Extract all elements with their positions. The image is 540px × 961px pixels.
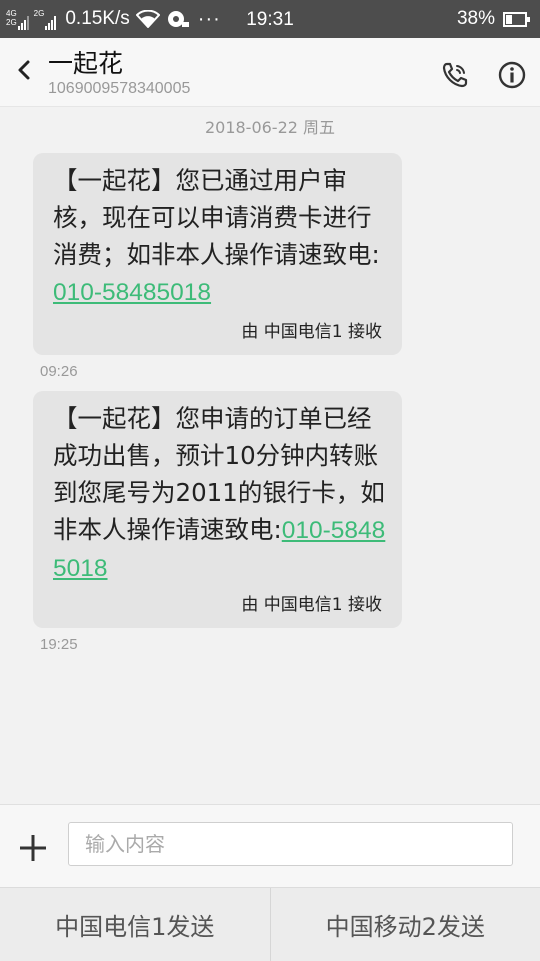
status-right: 38%	[457, 0, 530, 38]
message-text: 【一起花】您申请的订单已经成功出售，预计10分钟内转账到您尾号为2011的银行卡…	[53, 400, 390, 587]
add-attachment-button[interactable]	[18, 833, 48, 863]
plus-icon	[18, 833, 48, 863]
sim1-network-label-secondary: 2G	[6, 18, 17, 27]
signal-bars-icon	[18, 14, 30, 30]
contact-name: 一起花	[48, 44, 123, 80]
message-text: 【一起花】您已通过用户审核，现在可以申请消费卡进行消费；如非本人操作请速致电:0…	[53, 162, 390, 311]
send-buttons: 中国电信1发送 中国移动2发送	[0, 887, 540, 961]
status-bar: 4G 2G 2G 0.15K/s	[0, 0, 540, 38]
send-sim2-button[interactable]: 中国移动2发送	[271, 888, 540, 961]
sim2-signal: 2G	[34, 8, 58, 30]
received-via-label: 由 中国电信1 接收	[241, 590, 382, 615]
received-via-label: 由 中国电信1 接收	[241, 317, 382, 342]
message-bubble[interactable]: 【一起花】您已通过用户审核，现在可以申请消费卡进行消费；如非本人操作请速致电:0…	[33, 153, 402, 355]
notification-icon	[166, 9, 190, 29]
sim2-network-label: 2G	[34, 9, 45, 18]
back-button[interactable]	[10, 56, 38, 84]
info-icon	[497, 60, 527, 90]
send-sim1-button[interactable]: 中国电信1发送	[0, 888, 270, 961]
message-time: 09:26	[40, 363, 78, 380]
date-separator: 2018-06-22 周五	[0, 114, 540, 138]
battery-percent: 38%	[457, 8, 495, 30]
more-notifications-icon: ···	[198, 8, 221, 31]
message-input[interactable]	[68, 822, 513, 866]
network-speed: 0.15K/s	[65, 8, 129, 30]
phone-call-icon	[440, 60, 470, 90]
call-button[interactable]	[440, 60, 470, 90]
message-time: 19:25	[40, 636, 78, 653]
status-left: 4G 2G 2G 0.15K/s	[6, 0, 221, 38]
sim1-network-label: 4G	[6, 9, 17, 18]
phone-link[interactable]: 010-58485018	[53, 279, 211, 306]
back-arrow-icon	[14, 58, 34, 82]
battery-icon	[503, 12, 527, 27]
compose-bar	[0, 804, 540, 887]
sim1-signal: 4G 2G	[6, 8, 30, 30]
signal-bars-icon	[45, 14, 57, 30]
info-button[interactable]	[497, 60, 527, 90]
conversation-header: 一起花 1069009578340005	[0, 38, 540, 107]
contact-number: 1069009578340005	[48, 80, 190, 98]
battery-level	[506, 15, 512, 24]
wifi-icon	[136, 10, 160, 28]
message-bubble[interactable]: 【一起花】您申请的订单已经成功出售，预计10分钟内转账到您尾号为2011的银行卡…	[33, 391, 402, 628]
